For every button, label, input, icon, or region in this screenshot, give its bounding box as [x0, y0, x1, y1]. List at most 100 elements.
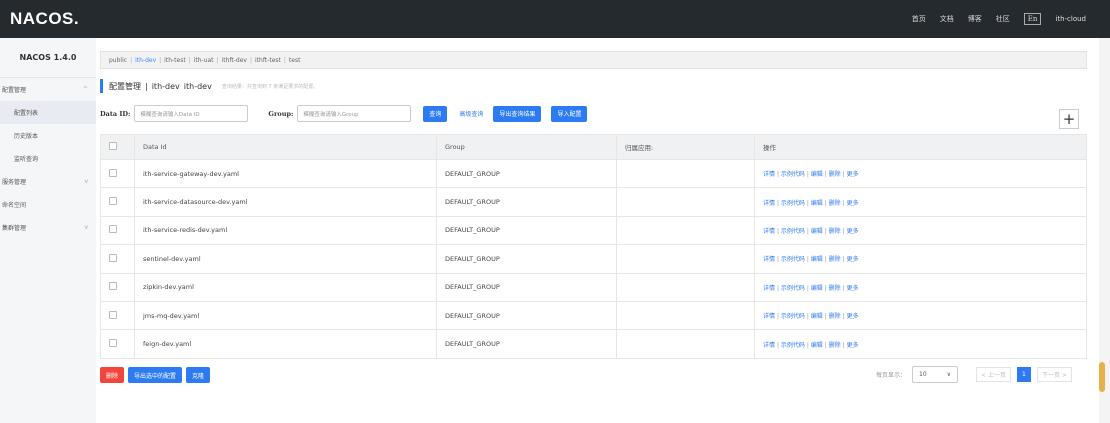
separator: | — [842, 313, 845, 321]
op-delete-link[interactable]: 删除 — [829, 285, 841, 292]
export-query-button[interactable]: 导出查询结果 — [493, 105, 542, 122]
op-more-link[interactable]: 更多 — [847, 200, 859, 207]
select-all-checkbox[interactable] — [100, 134, 135, 160]
namespace-ithft-test[interactable]: ithft-test — [255, 57, 281, 64]
per-page-select[interactable]: 10 ∨ — [912, 366, 959, 383]
op-sample-code-link[interactable]: 示例代码 — [781, 285, 805, 292]
op-sample-code-link[interactable]: 示例代码 — [781, 228, 805, 235]
separator: | — [806, 284, 809, 292]
op-detail-link[interactable]: 详情 — [763, 256, 775, 263]
op-edit-link[interactable]: 编辑 — [811, 285, 823, 292]
sidebar-item-label: 监听查询 — [14, 156, 39, 163]
separator: | — [806, 341, 809, 349]
namespace-ith-uat[interactable]: ith-uat — [194, 57, 214, 64]
scrollbar-thumb[interactable] — [1099, 362, 1105, 392]
sidebar-item-history[interactable]: 历史版本 — [0, 124, 96, 147]
bulk-delete-button[interactable]: 删除 — [100, 367, 125, 383]
namespace-ithft-dev[interactable]: ithft-dev — [222, 57, 247, 64]
op-delete-link[interactable]: 删除 — [829, 256, 841, 263]
op-delete-link[interactable]: 删除 — [829, 171, 841, 178]
cell-dataid: zipkin-dev.yaml — [134, 272, 437, 302]
op-delete-link[interactable]: 删除 — [829, 228, 841, 235]
scrollbar[interactable] — [1099, 38, 1110, 423]
sidebar-item-config-management[interactable]: 配置管理 ^ — [0, 78, 96, 101]
op-detail-link[interactable]: 详情 — [763, 200, 775, 207]
op-detail-link[interactable]: 详情 — [763, 285, 775, 292]
op-delete-link[interactable]: 删除 — [829, 342, 841, 349]
chevron-up-icon: ^ — [82, 86, 88, 93]
user-menu[interactable]: ith-cloud — [1055, 15, 1086, 23]
namespace-test[interactable]: test — [289, 57, 301, 64]
row-checkbox[interactable] — [100, 187, 135, 217]
next-page-button[interactable]: 下一页 > — [1036, 367, 1072, 382]
add-config-button[interactable]: + — [1059, 109, 1079, 129]
separator: | — [824, 341, 827, 349]
import-config-button[interactable]: 导入配置 — [551, 105, 588, 122]
op-detail-link[interactable]: 详情 — [763, 313, 775, 320]
op-more-link[interactable]: 更多 — [847, 342, 859, 349]
op-more-link[interactable]: 更多 — [847, 313, 859, 320]
nav-blog-link[interactable]: 博客 — [968, 14, 982, 24]
table-row: jms-mq-dev.yaml DEFAULT_GROUP 详情 | 示例代码 | … — [100, 300, 1087, 331]
sidebar-item-config-list[interactable]: 配置列表 — [0, 101, 96, 124]
separator: | — [776, 256, 779, 264]
row-checkbox[interactable] — [100, 158, 135, 189]
op-more-link[interactable]: 更多 — [847, 228, 859, 235]
separator: | — [188, 56, 191, 64]
clone-button[interactable]: 克隆 — [186, 367, 211, 383]
op-detail-link[interactable]: 详情 — [763, 171, 775, 178]
per-page-label: 每页显示： — [876, 372, 907, 379]
sidebar: NACOS 1.4.0 配置管理 ^ 配置列表 历史版本 监听查询 服务管理 v… — [0, 38, 96, 423]
prev-page-button[interactable]: < 上一页 — [976, 367, 1011, 382]
row-checkbox[interactable] — [100, 244, 135, 274]
op-more-link[interactable]: 更多 — [847, 256, 859, 263]
op-more-link[interactable]: 更多 — [847, 171, 859, 178]
table-row: ith-service-gateway-dev.yaml DEFAULT_GROU… — [100, 158, 1087, 189]
nav-home-link[interactable]: 首页 — [912, 14, 926, 24]
sidebar-item-service-management[interactable]: 服务管理 v — [0, 170, 96, 193]
op-edit-link[interactable]: 编辑 — [811, 256, 823, 263]
op-edit-link[interactable]: 编辑 — [811, 342, 823, 349]
op-edit-link[interactable]: 编辑 — [811, 313, 823, 320]
separator: | — [824, 199, 827, 207]
group-input[interactable]: 模糊查询请输入Group — [297, 105, 412, 122]
sidebar-item-namespace[interactable]: 命名空间 — [0, 193, 96, 216]
namespace-ith-test[interactable]: ith-test — [164, 57, 186, 64]
op-edit-link[interactable]: 编辑 — [811, 228, 823, 235]
separator: | — [776, 313, 779, 321]
separator: | — [776, 341, 779, 349]
op-detail-link[interactable]: 详情 — [763, 342, 775, 349]
row-checkbox[interactable] — [100, 272, 135, 302]
per-page-value: 10 — [919, 371, 927, 378]
table-row: sentinel-dev.yaml DEFAULT_GROUP 详情 | 示例代码 … — [100, 244, 1087, 274]
op-detail-link[interactable]: 详情 — [763, 228, 775, 235]
export-selected-button[interactable]: 导出选中的配置 — [128, 367, 183, 383]
page-1-button[interactable]: 1 — [1016, 367, 1031, 382]
row-checkbox[interactable] — [100, 300, 135, 331]
namespace-public[interactable]: public — [109, 57, 127, 64]
op-sample-code-link[interactable]: 示例代码 — [781, 256, 805, 263]
namespace-ith-dev[interactable]: ith-dev — [135, 57, 156, 64]
nav-community-link[interactable]: 社区 — [996, 14, 1010, 24]
nacos-logo[interactable]: NACOS. — [10, 9, 79, 29]
query-button[interactable]: 查询 — [423, 105, 448, 122]
op-edit-link[interactable]: 编辑 — [811, 200, 823, 207]
op-sample-code-link[interactable]: 示例代码 — [781, 313, 805, 320]
language-toggle[interactable]: En — [1023, 13, 1042, 25]
row-checkbox[interactable] — [100, 329, 135, 359]
row-checkbox[interactable] — [100, 215, 135, 246]
dataid-input[interactable]: 模糊查询请输入Data ID — [134, 105, 249, 122]
advanced-query-link[interactable]: 高级查询 — [459, 109, 483, 118]
op-delete-link[interactable]: 删除 — [829, 313, 841, 320]
nav-docs-link[interactable]: 文档 — [940, 14, 954, 24]
cell-ops: 详情 | 示例代码 | 编辑 | 删除 | 更多 — [754, 187, 1087, 217]
sidebar-item-cluster-management[interactable]: 集群管理 v — [0, 216, 96, 239]
op-more-link[interactable]: 更多 — [847, 285, 859, 292]
op-sample-code-link[interactable]: 示例代码 — [781, 200, 805, 207]
op-sample-code-link[interactable]: 示例代码 — [781, 171, 805, 178]
op-edit-link[interactable]: 编辑 — [811, 171, 823, 178]
op-delete-link[interactable]: 删除 — [829, 200, 841, 207]
op-sample-code-link[interactable]: 示例代码 — [781, 342, 805, 349]
cell-app — [616, 215, 755, 246]
sidebar-item-listener-query[interactable]: 监听查询 — [0, 147, 96, 170]
